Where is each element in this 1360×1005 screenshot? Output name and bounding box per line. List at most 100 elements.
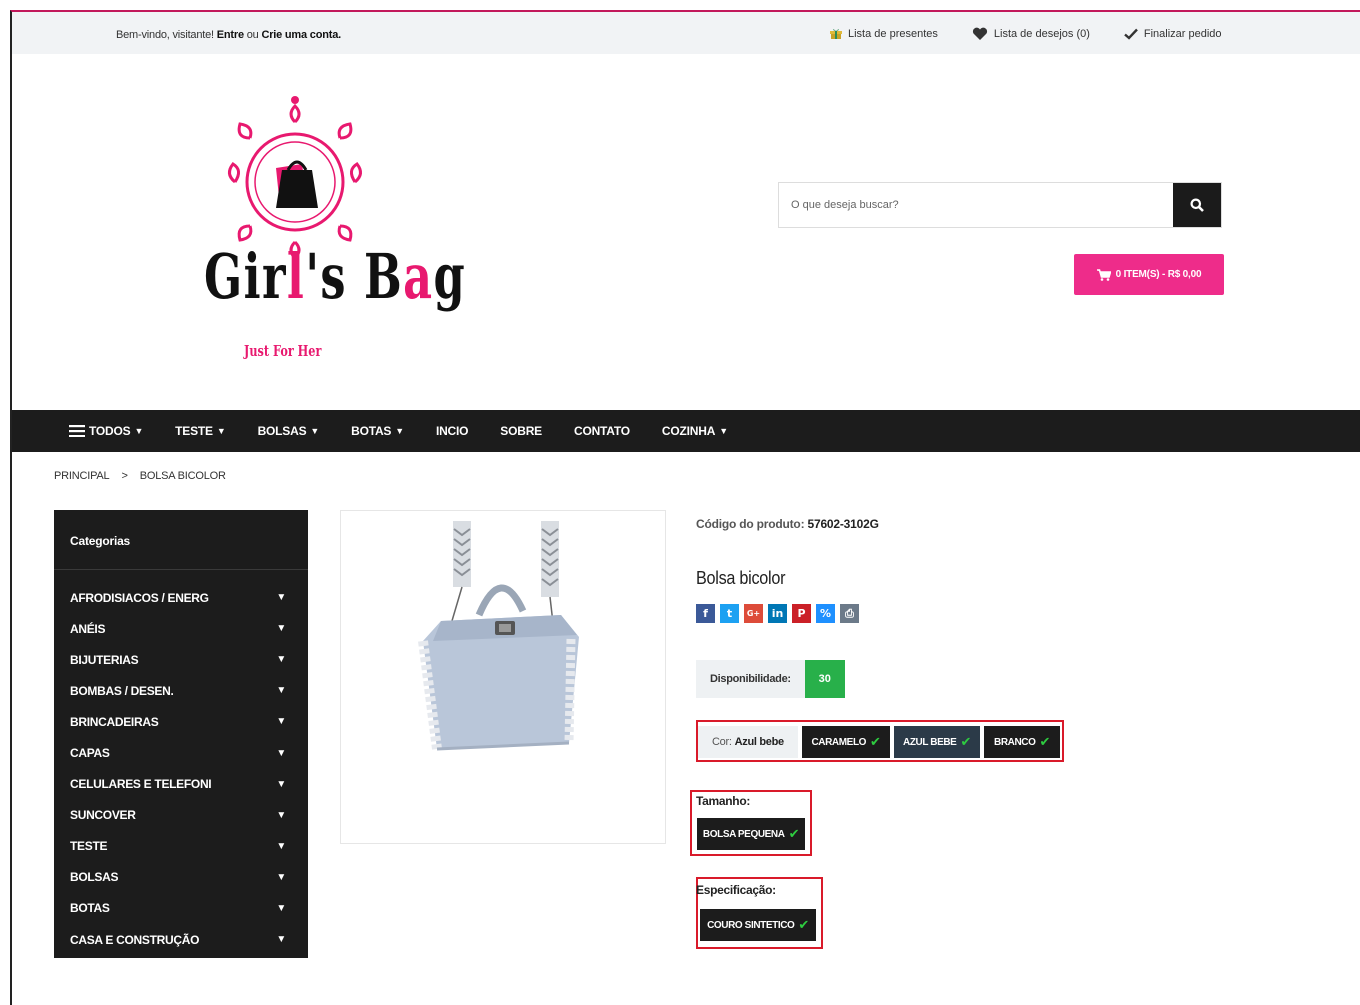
color-option-branco[interactable]: BRANCO ✔ (984, 726, 1060, 758)
search-input[interactable] (779, 183, 1175, 227)
sidebar-item[interactable]: BOMBAS / DESEN. ▼ (54, 675, 308, 706)
print-icon[interactable]: ⎙ (840, 604, 859, 623)
check-icon: ✔ (798, 917, 809, 932)
color-options: Cor: Azul bebe CARAMELO ✔ AZUL BEBE ✔ BRANC… (696, 720, 1064, 762)
chevron-down-icon[interactable]: ▼ (276, 841, 286, 852)
spec-option-couro-sintetico[interactable]: COURO SINTETICO ✔ (700, 909, 816, 941)
nav-item-teste[interactable]: TESTE ▼ (175, 424, 226, 438)
color-option-caramelo[interactable]: CARAMELO ✔ (802, 726, 890, 758)
product-code-value: 57602-3102G (807, 517, 879, 531)
chevron-down-icon[interactable]: ▼ (276, 872, 286, 883)
size-option-bolsa-pequena[interactable]: BOLSA PEQUENA ✔ (697, 818, 805, 850)
nav-label: SOBRE (500, 424, 542, 438)
chevron-down-icon: ▼ (134, 426, 144, 436)
category-sidebar: Categorias AFRODISIACOS / ENERG ▼ ANÉIS ▼ … (54, 510, 308, 958)
breadcrumb-home-link[interactable]: PRINCIPAL (54, 470, 110, 482)
register-link[interactable]: Crie uma conta. (261, 29, 341, 41)
breadcrumb-separator: > (121, 470, 128, 482)
sidebar-item[interactable]: BIJUTERIAS ▼ (54, 644, 308, 675)
chevron-down-icon[interactable]: ▼ (276, 592, 286, 603)
size-label: Tamanho: (696, 794, 751, 808)
store-logo[interactable]: Girl's Bag Just For Her (162, 90, 465, 360)
facebook-icon[interactable]: f (696, 604, 715, 623)
sidebar-item-label: BRINCADEIRAS (70, 714, 159, 729)
breadcrumb: PRINCIPAL > BOLSA BICOLOR (54, 470, 226, 482)
color-label: Cor: Azul bebe (698, 726, 798, 758)
product-image[interactable] (340, 510, 666, 844)
pinterest-icon[interactable]: P (792, 604, 811, 623)
sidebar-title: Categorias (54, 510, 308, 570)
sidebar-item[interactable]: ANÉIS ▼ (54, 613, 308, 644)
sidebar-item[interactable]: CASA E CONSTRUÇÃO ▼ (54, 924, 308, 955)
top-links: Lista de presentes Lista de desejos (0) … (830, 27, 1222, 41)
check-icon: ✔ (1039, 734, 1051, 749)
color-label-text: Cor: (712, 736, 732, 748)
login-link[interactable]: Entre (217, 29, 244, 41)
nav-item-incio[interactable]: INCIO (435, 424, 469, 438)
check-icon: ✔ (870, 734, 881, 749)
sidebar-item-label: BOLSAS (70, 870, 119, 885)
sidebar-item-label: BOMBAS / DESEN. (70, 683, 174, 698)
nav-item-botas[interactable]: BOTAS ▼ (351, 424, 404, 438)
color-option-label: AZUL BEBE (903, 736, 957, 748)
sidebar-item-label: CAPAS (70, 746, 110, 761)
sidebar-item[interactable]: SUNCOVER ▼ (54, 800, 308, 831)
checkout-label: Finalizar pedido (1143, 28, 1222, 40)
nav-label: BOTAS (351, 424, 392, 438)
chevron-down-icon[interactable]: ▼ (276, 685, 286, 696)
chevron-down-icon[interactable]: ▼ (276, 748, 286, 759)
chevron-down-icon[interactable]: ▼ (276, 716, 286, 727)
nav-item-sobre[interactable]: SOBRE (500, 424, 542, 438)
nav-item-bolsas[interactable]: BOLSAS ▼ (258, 424, 320, 438)
color-option-azul-bebe[interactable]: AZUL BEBE ✔ (894, 726, 980, 758)
nav-item-cozinha[interactable]: COZINHA ▼ (662, 424, 728, 438)
sidebar-item[interactable]: TESTE ▼ (54, 831, 308, 862)
product-code-label: Código do produto: (696, 517, 805, 531)
sidebar-item[interactable]: CAPAS ▼ (54, 737, 308, 768)
sidebar-item-label: TESTE (70, 839, 108, 854)
sidebar-item[interactable]: CELULARES E TELEFONI ▼ (54, 769, 308, 800)
sidebar-item[interactable]: BRINCADEIRAS ▼ (54, 706, 308, 737)
sidebar-item-label: BIJUTERIAS (70, 652, 139, 667)
color-option-label: CARAMELO (811, 736, 867, 748)
google-plus-icon[interactable]: G+ (744, 604, 763, 623)
gift-icon (830, 29, 842, 39)
nav-label: CONTATO (573, 424, 630, 438)
nav-item-todos[interactable]: TODOS ▼ (69, 424, 143, 438)
chevron-down-icon[interactable]: ▼ (276, 810, 286, 821)
chevron-down-icon: ▼ (395, 426, 404, 436)
color-selected-value: Azul bebe (734, 736, 785, 748)
checkout-link[interactable]: Finalizar pedido (1124, 28, 1222, 40)
category-list: AFRODISIACOS / ENERG ▼ ANÉIS ▼ BIJUTERIAS ▼… (54, 570, 308, 955)
social-share: f t G+ in P % ⎙ (696, 604, 859, 623)
gift-list-label: Lista de presentes (848, 28, 938, 40)
search-button[interactable] (1173, 183, 1221, 227)
search-bar (778, 182, 1222, 228)
sidebar-item-label: CELULARES E TELEFONI (70, 777, 212, 792)
nav-label: INCIO (435, 424, 469, 438)
top-bar: Bem-vindo, visitante! Entre ou Crie uma … (12, 12, 1360, 54)
sidebar-item[interactable]: BOTAS ▼ (54, 893, 308, 924)
chevron-down-icon[interactable]: ▼ (276, 934, 286, 945)
cart-button[interactable]: 0 ITEM(S) - R$ 0,00 (1074, 254, 1224, 295)
link-icon[interactable]: % (816, 604, 835, 623)
twitter-icon[interactable]: t (720, 604, 739, 623)
sidebar-item[interactable]: AFRODISIACOS / ENERG ▼ (54, 582, 308, 613)
size-option-label: BOLSA PEQUENA (702, 828, 785, 840)
page-frame: Bem-vindo, visitante! Entre ou Crie uma … (10, 10, 1360, 1005)
check-icon: ✔ (960, 734, 971, 749)
hamburger-icon (69, 425, 85, 437)
nav-item-contato[interactable]: CONTATO (574, 424, 630, 438)
chevron-down-icon[interactable]: ▼ (276, 779, 286, 790)
linkedin-icon[interactable]: in (768, 604, 787, 623)
logo-text-c: 's B (305, 240, 404, 313)
gift-list-link[interactable]: Lista de presentes (830, 28, 938, 40)
logo-tagline: Just For Her (244, 342, 322, 360)
chevron-down-icon[interactable]: ▼ (276, 654, 286, 665)
chevron-down-icon[interactable]: ▼ (276, 623, 286, 634)
check-icon: ✔ (788, 826, 800, 841)
chevron-down-icon[interactable]: ▼ (276, 903, 286, 914)
cart-label: 0 ITEM(S) - R$ 0,00 (1115, 269, 1202, 280)
sidebar-item[interactable]: BOLSAS ▼ (54, 862, 308, 893)
wishlist-link[interactable]: Lista de desejos (0) (972, 27, 1090, 41)
